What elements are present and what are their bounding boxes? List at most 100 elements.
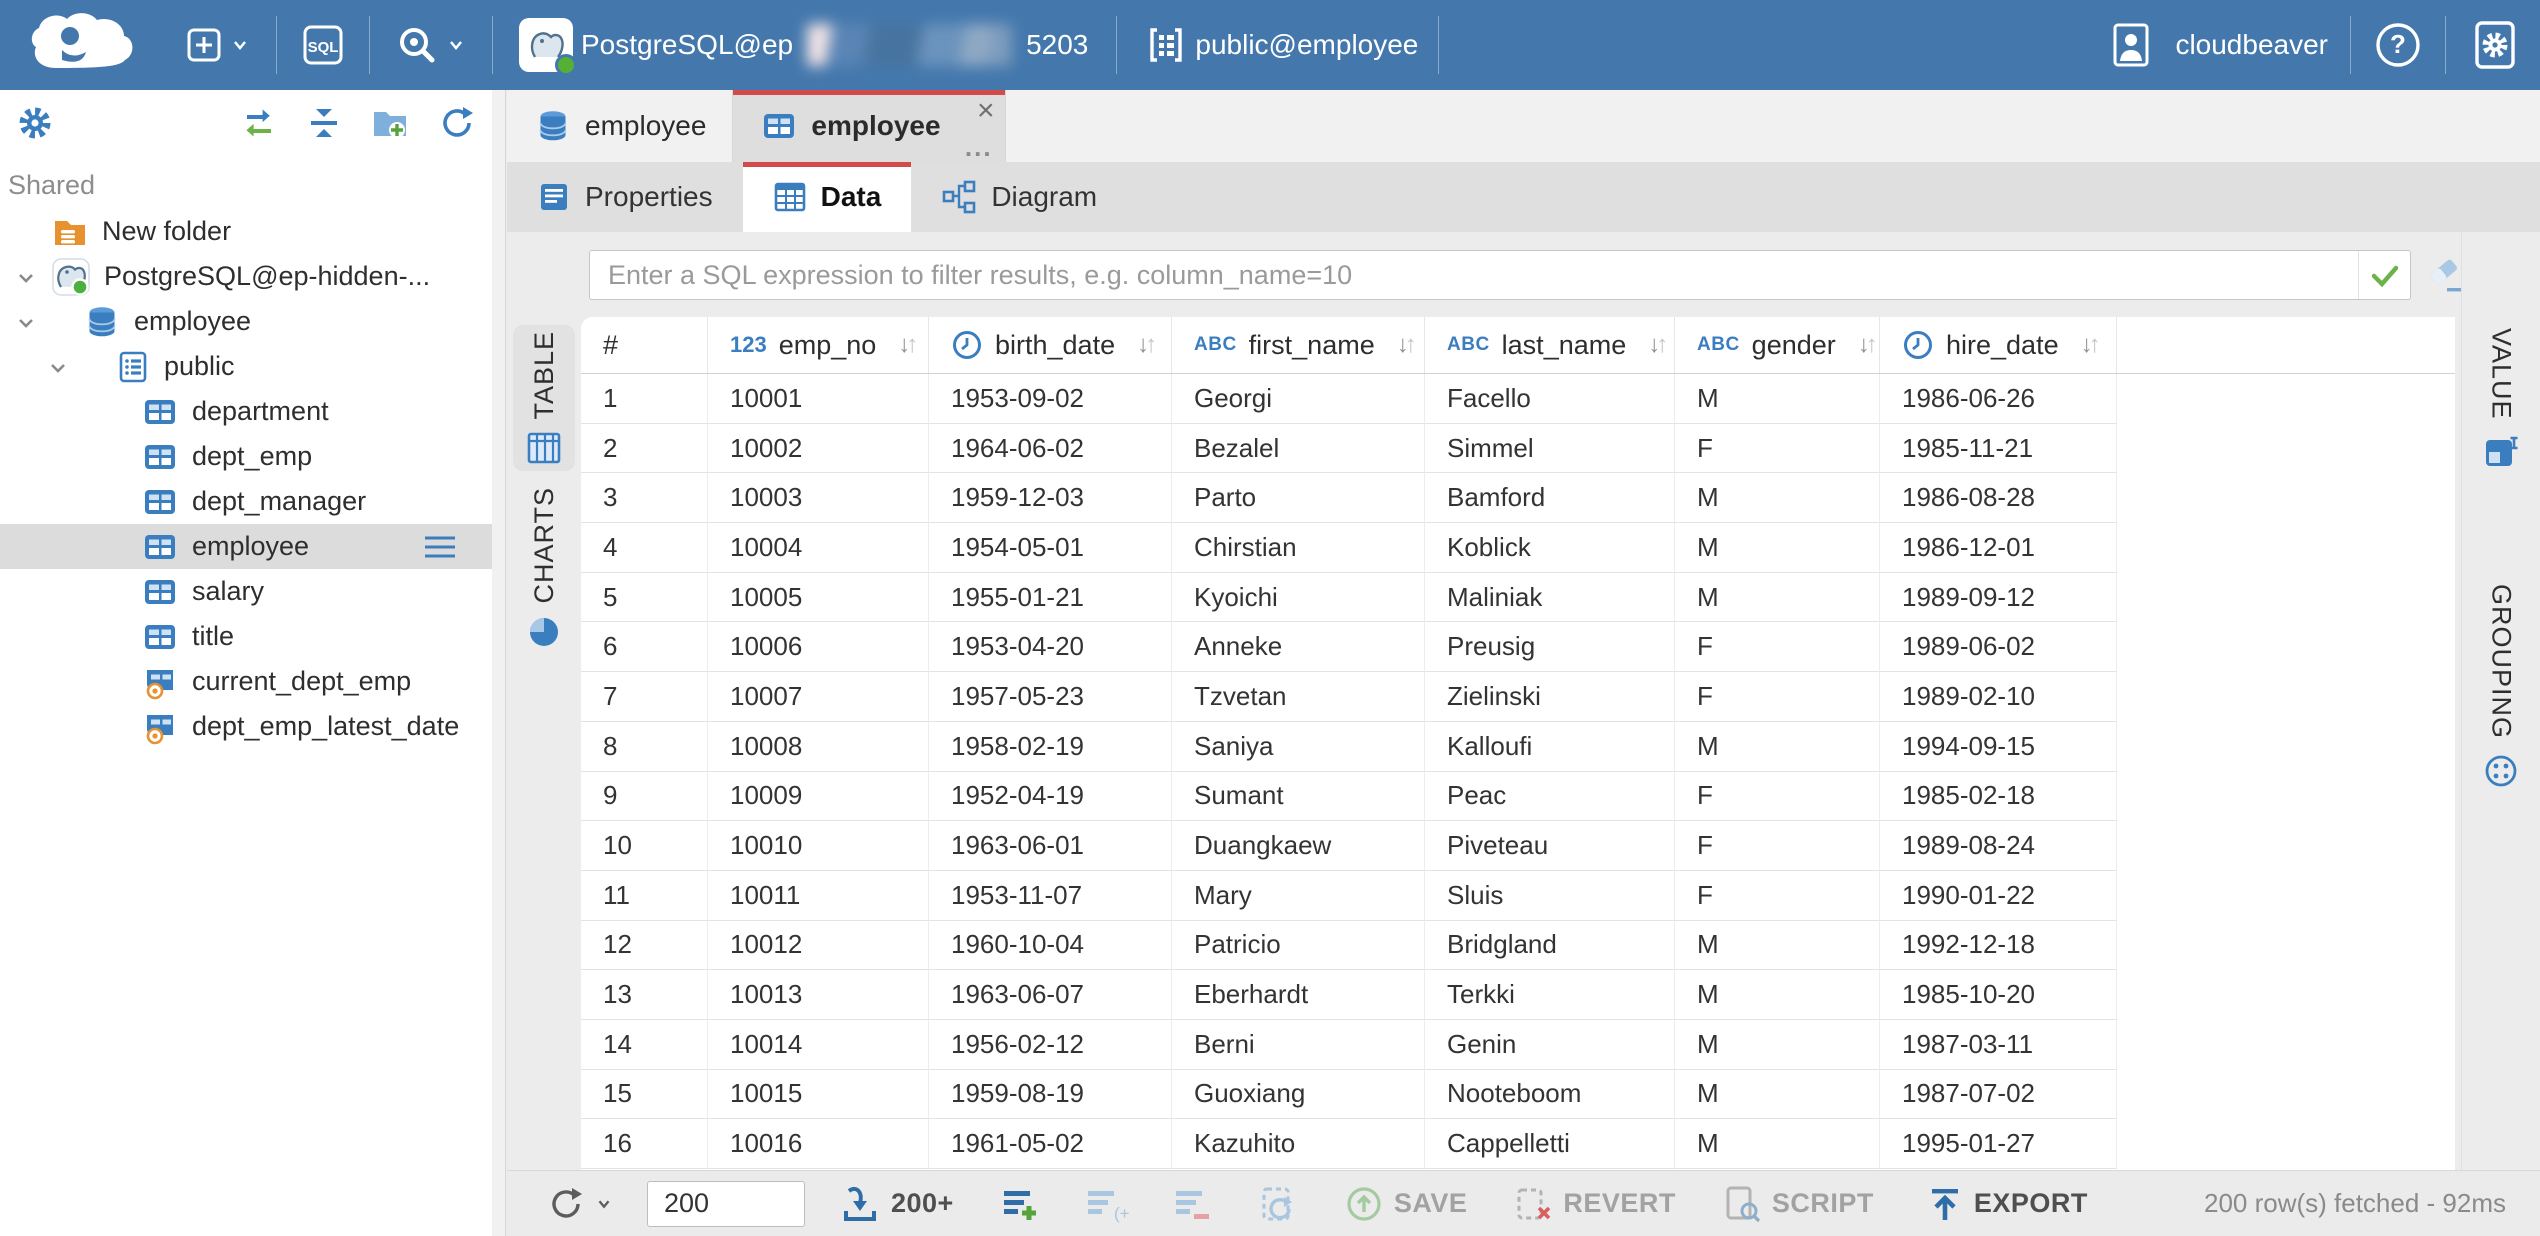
cell-gender[interactable]: M [1675, 473, 1880, 523]
tree-item-employee[interactable]: employee [0, 299, 505, 344]
export-button[interactable]: EXPORT [1926, 1184, 2088, 1224]
sql-filter-input[interactable] [590, 260, 2358, 291]
cell-last_name[interactable]: Bridgland [1425, 921, 1675, 971]
cell-birth_date[interactable]: 1952-04-19 [929, 772, 1172, 822]
cell-birth_date[interactable]: 1963-06-01 [929, 821, 1172, 871]
cell-birth_date[interactable]: 1963-06-07 [929, 970, 1172, 1020]
column-header-gender[interactable]: ABCgender↓↑ [1675, 317, 1880, 373]
cell-last_name[interactable]: Terkki [1425, 970, 1675, 1020]
cell-first_name[interactable]: Bezalel [1172, 424, 1425, 474]
rail-tab-table[interactable]: TABLE [513, 325, 575, 471]
chevron-expanded-icon[interactable] [46, 356, 70, 380]
script-button[interactable]: SCRIPT [1722, 1184, 1874, 1224]
cell-birth_date[interactable]: 1953-11-07 [929, 871, 1172, 921]
cell-last_name[interactable]: Cappelletti [1425, 1119, 1675, 1169]
tab-diagram[interactable]: Diagram [911, 162, 1127, 232]
chevron-expanded-icon[interactable] [14, 311, 38, 335]
cell-hire_date[interactable]: 1986-12-01 [1880, 523, 2117, 573]
tree-item-dept-emp[interactable]: dept_emp [0, 434, 505, 479]
cell-first_name[interactable]: Kyoichi [1172, 573, 1425, 623]
editor-tab-employee[interactable]: employee [507, 90, 733, 162]
cell-hire_date[interactable]: 1995-01-27 [1880, 1119, 2117, 1169]
collapse-all-icon[interactable] [307, 106, 341, 140]
cell-#[interactable]: 8 [581, 722, 708, 772]
connection-selector[interactable]: PostgreSQL@ep 5203 [519, 18, 1088, 72]
tab-properties[interactable]: Properties [507, 162, 743, 232]
cell-emp_no[interactable]: 10008 [708, 722, 929, 772]
panel-tab-grouping[interactable]: GROUPING [2462, 584, 2540, 789]
cell-gender[interactable]: F [1675, 672, 1880, 722]
cell-birth_date[interactable]: 1955-01-21 [929, 573, 1172, 623]
node-actions-icon[interactable] [423, 534, 457, 560]
cell-gender[interactable]: M [1675, 970, 1880, 1020]
cell-#[interactable]: 4 [581, 523, 708, 573]
fetch-more-button[interactable]: 200+ [839, 1183, 954, 1225]
cell-hire_date[interactable]: 1986-06-26 [1880, 374, 2117, 424]
tree-item-salary[interactable]: salary [0, 569, 505, 614]
tab-menu-icon[interactable]: ... [965, 134, 993, 160]
cell-first_name[interactable]: Chirstian [1172, 523, 1425, 573]
cell-first_name[interactable]: Duangkaew [1172, 821, 1425, 871]
cell-last_name[interactable]: Zielinski [1425, 672, 1675, 722]
cell-emp_no[interactable]: 10012 [708, 921, 929, 971]
cell-emp_no[interactable]: 10015 [708, 1070, 929, 1120]
cell-#[interactable]: 11 [581, 871, 708, 921]
sql-editor-button[interactable]: SQL [301, 23, 345, 67]
cell-first_name[interactable]: Sumant [1172, 772, 1425, 822]
duplicate-row-button[interactable]: (+) [1084, 1183, 1130, 1225]
cell-first_name[interactable]: Eberhardt [1172, 970, 1425, 1020]
tree-item-employee[interactable]: employee [0, 524, 505, 569]
cell-#[interactable]: 16 [581, 1119, 708, 1169]
cell-gender[interactable]: M [1675, 1119, 1880, 1169]
chevron-expanded-icon[interactable] [14, 266, 38, 290]
cell-hire_date[interactable]: 1992-12-18 [1880, 921, 2117, 971]
cell-first_name[interactable]: Mary [1172, 871, 1425, 921]
refresh-tree-icon[interactable] [439, 105, 475, 141]
save-button[interactable]: SAVE [1344, 1184, 1468, 1224]
cell-emp_no[interactable]: 10007 [708, 672, 929, 722]
cell-birth_date[interactable]: 1958-02-19 [929, 722, 1172, 772]
cell-gender[interactable]: F [1675, 424, 1880, 474]
cell-hire_date[interactable]: 1990-01-22 [1880, 871, 2117, 921]
cell-birth_date[interactable]: 1957-05-23 [929, 672, 1172, 722]
clear-filter-button[interactable] [2425, 258, 2465, 299]
tree-item-public[interactable]: public [0, 344, 505, 389]
row-limit-input[interactable] [647, 1181, 805, 1227]
cell-#[interactable]: 3 [581, 473, 708, 523]
cell-emp_no[interactable]: 10001 [708, 374, 929, 424]
cell-emp_no[interactable]: 10006 [708, 622, 929, 672]
cell-#[interactable]: 12 [581, 921, 708, 971]
editor-tab-employee-active[interactable]: employee× ... [733, 90, 1005, 162]
sync-connection-icon[interactable] [241, 105, 277, 141]
cell-last_name[interactable]: Koblick [1425, 523, 1675, 573]
cell-emp_no[interactable]: 10013 [708, 970, 929, 1020]
apply-changes-button[interactable] [1256, 1183, 1298, 1225]
cell-hire_date[interactable]: 1986-08-28 [1880, 473, 2117, 523]
cell-last_name[interactable]: Nooteboom [1425, 1070, 1675, 1120]
column-header-birth_date[interactable]: birth_date↓↑ [929, 317, 1172, 373]
cell-hire_date[interactable]: 1989-06-02 [1880, 622, 2117, 672]
refresh-result-button[interactable] [547, 1185, 613, 1223]
cell-first_name[interactable]: Parto [1172, 473, 1425, 523]
cell-hire_date[interactable]: 1985-11-21 [1880, 424, 2117, 474]
cell-last_name[interactable]: Genin [1425, 1020, 1675, 1070]
sidebar-scrollbar[interactable] [492, 90, 505, 1236]
settings-button[interactable] [2468, 18, 2522, 72]
cell-emp_no[interactable]: 10003 [708, 473, 929, 523]
cell-hire_date[interactable]: 1989-08-24 [1880, 821, 2117, 871]
cell-first_name[interactable]: Kazuhito [1172, 1119, 1425, 1169]
sort-arrows-icon[interactable]: ↓↑ [898, 333, 918, 357]
cell-emp_no[interactable]: 10009 [708, 772, 929, 822]
cell-gender[interactable]: M [1675, 921, 1880, 971]
cell-emp_no[interactable]: 10005 [708, 573, 929, 623]
sort-arrows-icon[interactable]: ↓↑ [1858, 333, 1878, 357]
cell-hire_date[interactable]: 1985-10-20 [1880, 970, 2117, 1020]
sort-arrows-icon[interactable]: ↓↑ [1137, 333, 1157, 357]
add-row-button[interactable] [1000, 1183, 1042, 1225]
cell-#[interactable]: 7 [581, 672, 708, 722]
cell-gender[interactable]: M [1675, 523, 1880, 573]
tree-item-dept-emp-latest-date[interactable]: dept_emp_latest_date [0, 704, 505, 749]
cell-birth_date[interactable]: 1959-08-19 [929, 1070, 1172, 1120]
cell-hire_date[interactable]: 1985-02-18 [1880, 772, 2117, 822]
cell-gender[interactable]: M [1675, 722, 1880, 772]
